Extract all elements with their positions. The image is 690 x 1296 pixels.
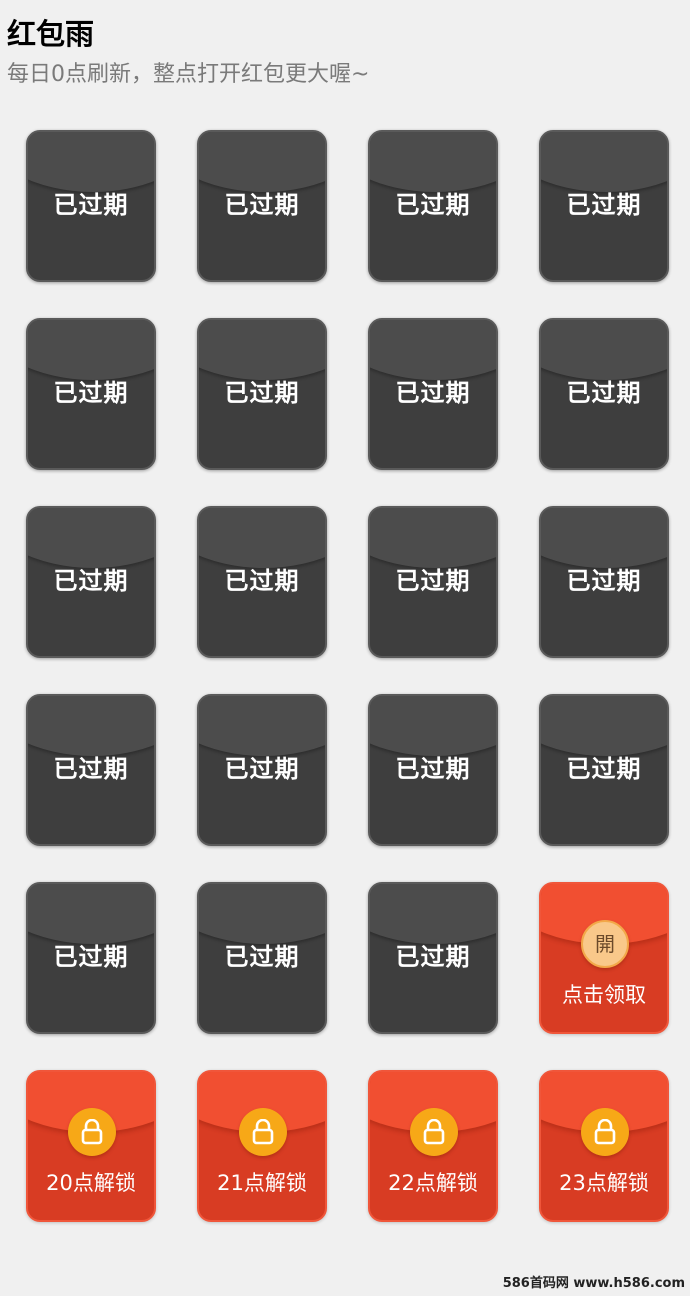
expired-label: 已过期: [566, 191, 642, 219]
red-envelope-grid: 已过期 已过期 已过期 已过期 已过期 已过期 已过期 已过期 已过期 已过期 …: [0, 0, 690, 1296]
expired-envelope: 已过期: [539, 318, 669, 470]
open-coin-icon[interactable]: 開: [581, 920, 629, 968]
expired-envelope: 已过期: [368, 506, 498, 658]
expired-label: 已过期: [224, 379, 300, 407]
expired-envelope: 已过期: [368, 694, 498, 846]
expired-label: 已过期: [53, 379, 129, 407]
expired-envelope: 已过期: [26, 882, 156, 1034]
expired-envelope: 已过期: [26, 506, 156, 658]
expired-envelope: 已过期: [368, 882, 498, 1034]
lock-icon: [410, 1108, 458, 1156]
locked-envelope: 21点解锁: [197, 1070, 327, 1222]
lock-icon: [239, 1108, 287, 1156]
locked-envelope: 20点解锁: [26, 1070, 156, 1222]
expired-label: 已过期: [395, 191, 471, 219]
expired-label: 已过期: [53, 191, 129, 219]
lock-icon: [68, 1108, 116, 1156]
expired-envelope: 已过期: [539, 506, 669, 658]
expired-envelope: 已过期: [368, 130, 498, 282]
expired-label: 已过期: [395, 943, 471, 971]
expired-label: 已过期: [53, 943, 129, 971]
lock-icon: [581, 1108, 629, 1156]
unlock-time-label: 20点解锁: [46, 1171, 136, 1195]
expired-label: 已过期: [395, 379, 471, 407]
expired-label: 已过期: [395, 567, 471, 595]
expired-label: 已过期: [53, 567, 129, 595]
expired-envelope: 已过期: [197, 130, 327, 282]
claim-envelope-button[interactable]: 開 点击领取: [539, 882, 669, 1034]
expired-envelope: 已过期: [26, 694, 156, 846]
expired-label: 已过期: [224, 943, 300, 971]
unlock-time-label: 21点解锁: [217, 1171, 307, 1195]
expired-envelope: 已过期: [26, 130, 156, 282]
expired-label: 已过期: [566, 379, 642, 407]
expired-label: 已过期: [566, 567, 642, 595]
expired-label: 已过期: [224, 755, 300, 783]
expired-label: 已过期: [224, 191, 300, 219]
locked-envelope: 22点解锁: [368, 1070, 498, 1222]
expired-envelope: 已过期: [539, 130, 669, 282]
expired-envelope: 已过期: [368, 318, 498, 470]
locked-envelope: 23点解锁: [539, 1070, 669, 1222]
unlock-time-label: 22点解锁: [388, 1171, 478, 1195]
expired-label: 已过期: [224, 567, 300, 595]
expired-envelope: 已过期: [197, 882, 327, 1034]
expired-envelope: 已过期: [197, 318, 327, 470]
watermark: 586首码网 www.h586.com: [502, 1276, 685, 1291]
expired-envelope: 已过期: [26, 318, 156, 470]
unlock-time-label: 23点解锁: [559, 1171, 649, 1195]
expired-envelope: 已过期: [539, 694, 669, 846]
expired-envelope: 已过期: [197, 694, 327, 846]
expired-label: 已过期: [566, 755, 642, 783]
expired-envelope: 已过期: [197, 506, 327, 658]
expired-label: 已过期: [395, 755, 471, 783]
claim-label: 点击领取: [562, 983, 646, 1007]
expired-label: 已过期: [53, 755, 129, 783]
